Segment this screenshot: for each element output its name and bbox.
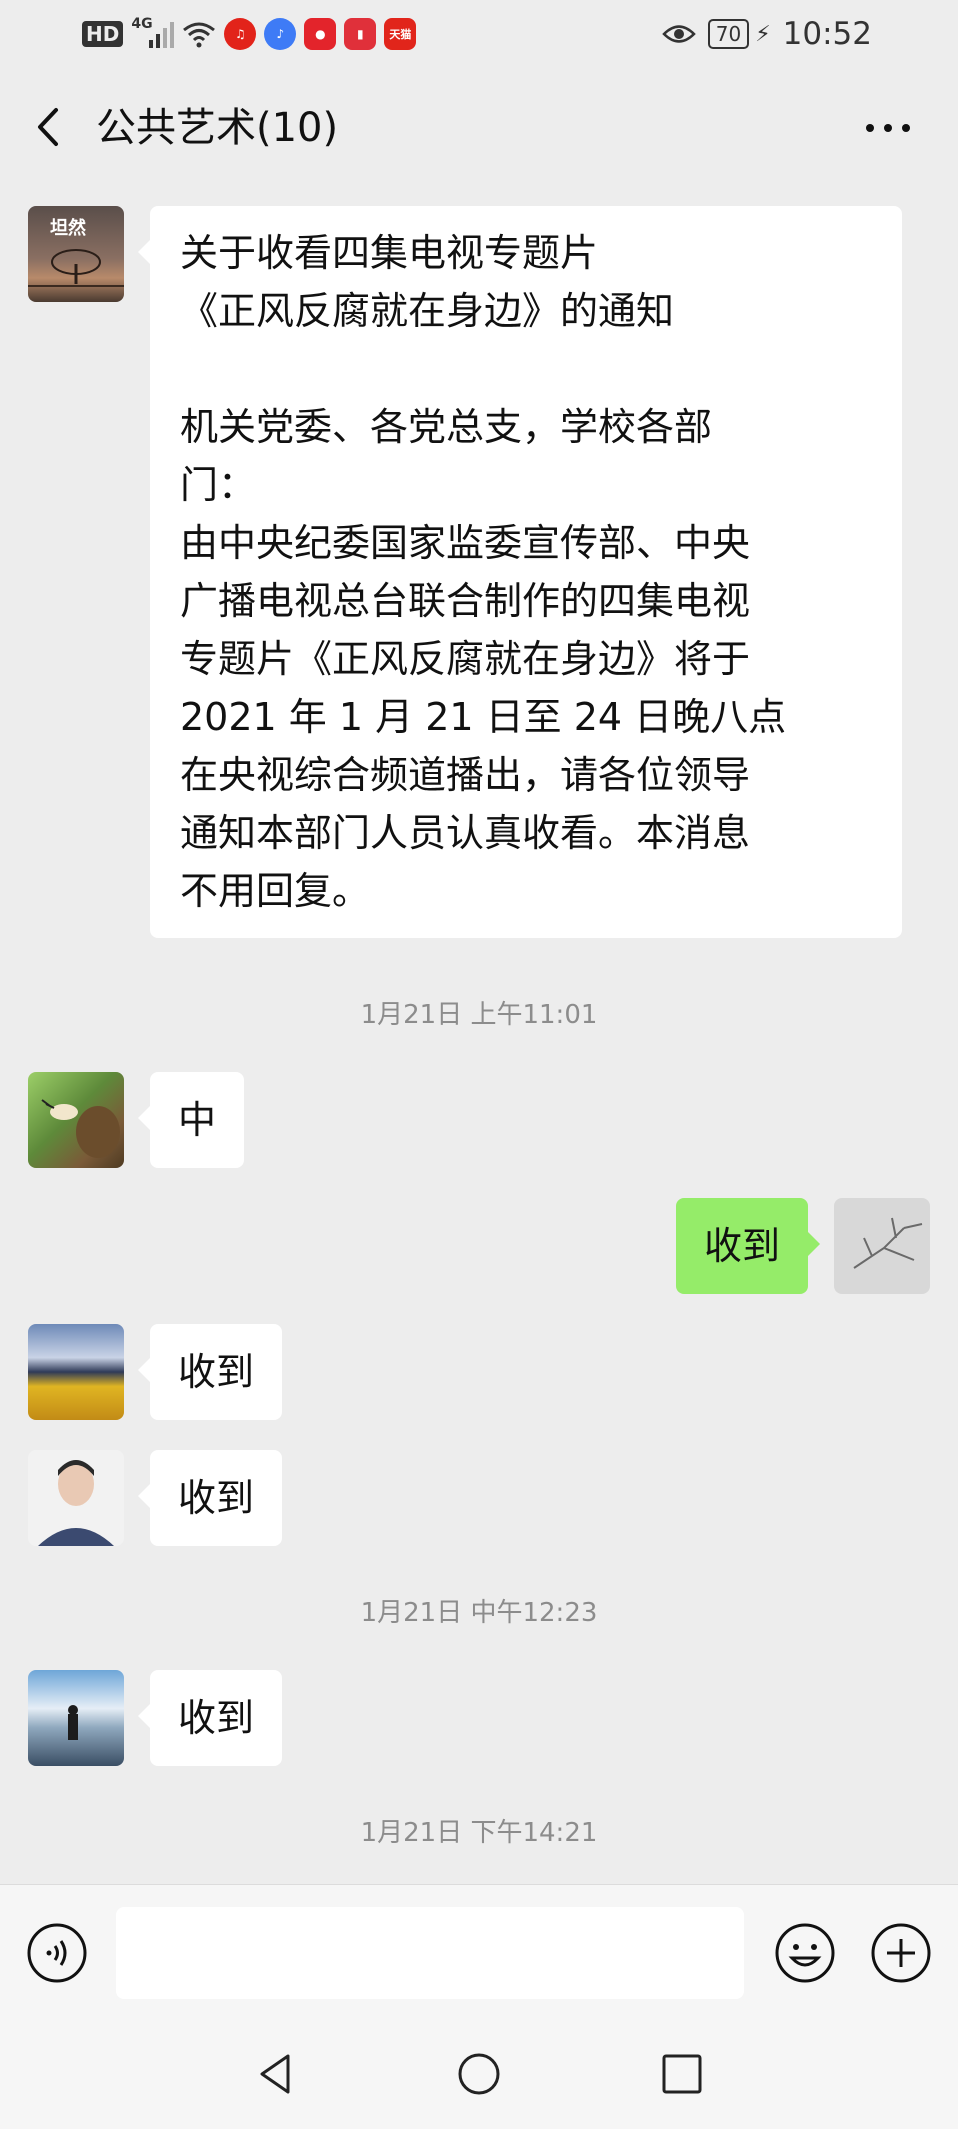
network-type-label: 4G [131, 16, 153, 32]
nav-home-icon[interactable] [453, 2048, 505, 2100]
nav-back-icon[interactable] [250, 2048, 302, 2100]
portrait-avatar[interactable] [28, 1450, 124, 1546]
message-bubble[interactable]: 收到 [137, 1670, 283, 1766]
voice-icon[interactable] [26, 1922, 88, 1984]
eye-icon [661, 25, 696, 43]
wifi-icon [183, 22, 216, 48]
battery-icon: 70 [707, 19, 750, 49]
person-image-icon [68, 1705, 78, 1740]
tree-image-icon [28, 249, 124, 287]
status-right: 70 ⚡ 10:52 [661, 14, 872, 54]
field-avatar[interactable] [28, 1324, 124, 1420]
system-nav-bar [0, 2020, 958, 2129]
nav-recents-icon[interactable] [656, 2048, 708, 2100]
page-title: 公共艺术(10) [96, 105, 339, 151]
status-time: 10:52 [782, 16, 872, 52]
timestamp: 1月21日 下午14:21 [360, 1818, 598, 1848]
message-bubble[interactable]: 收到 [137, 1324, 283, 1420]
status-left: HD 4G ♫ ♪ ● ▮ 天猫 [82, 16, 417, 52]
bird-image-icon [41, 1099, 120, 1158]
charging-icon: ⚡ [755, 21, 771, 47]
music-note-icon: ♪ [264, 18, 297, 50]
message-bubble-self[interactable]: 收到 [675, 1198, 821, 1294]
music-app-icon: ♫ [224, 18, 257, 50]
reader-app-icon: ▮ [344, 18, 377, 50]
message-bubble[interactable]: 收到 [137, 1450, 283, 1546]
chat-header: 公共艺术(10) [0, 70, 958, 186]
tmall-app-icon: 天猫 [384, 18, 417, 50]
message-bubble-notice[interactable]: 关于收看四集电视专题片 《正风反腐就在身边》的通知 机关党委、各党总支，学校各部… [138, 206, 902, 938]
hd-badge-icon: HD [82, 21, 124, 47]
signal-icon: 4G [131, 16, 175, 48]
notification-app-icon: ● [304, 18, 337, 50]
bird-avatar[interactable] [28, 1072, 124, 1168]
branch-image-icon [853, 1217, 923, 1269]
back-icon[interactable] [28, 102, 68, 152]
portrait-image-icon [38, 1460, 114, 1546]
beach-avatar[interactable] [28, 1670, 124, 1766]
timestamp: 1月21日 中午12:23 [360, 1598, 598, 1628]
branch-avatar[interactable] [834, 1198, 930, 1294]
tree-avatar[interactable]: 坦然 [28, 206, 124, 302]
message-input[interactable] [116, 1907, 744, 1999]
emoji-icon[interactable] [774, 1922, 836, 1984]
message-bubble[interactable]: 中 [137, 1072, 245, 1168]
input-bar [0, 1884, 958, 2021]
timestamp: 1月21日 上午11:01 [360, 1000, 598, 1030]
status-bar: HD 4G ♫ ♪ ● ▮ 天猫 70 ⚡ 10:52 [0, 0, 958, 70]
more-icon[interactable] [858, 110, 918, 146]
plus-icon[interactable] [870, 1922, 932, 1984]
